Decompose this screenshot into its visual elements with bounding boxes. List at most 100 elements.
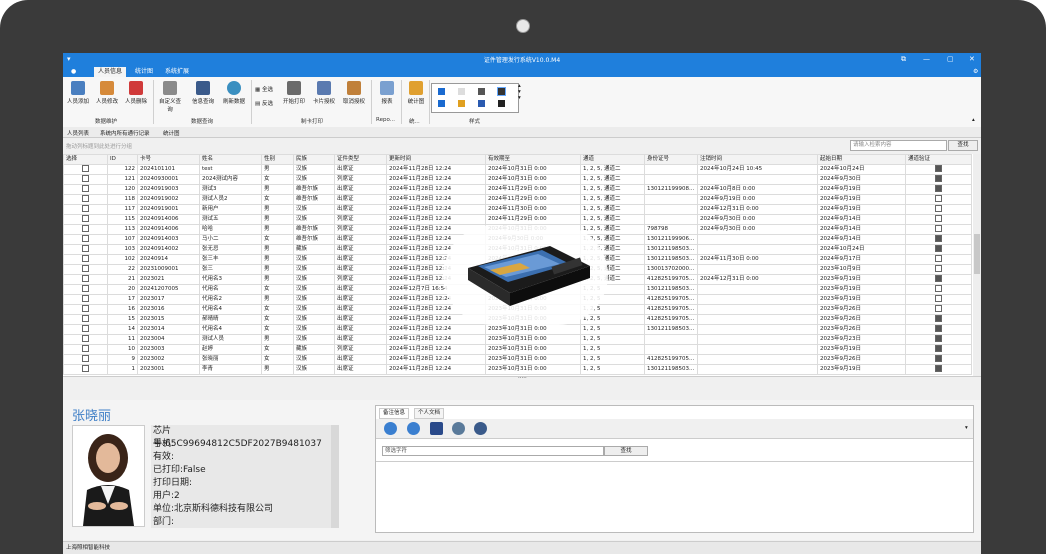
add-icon[interactable]: [384, 422, 397, 435]
delete-person-button[interactable]: 人员删除: [123, 81, 149, 105]
row-select-cell[interactable]: [63, 274, 108, 285]
style-swatch[interactable]: [458, 100, 465, 107]
style-swatch[interactable]: [497, 87, 506, 96]
row-select-cell[interactable]: [63, 334, 108, 345]
minimize-icon[interactable]: —: [923, 55, 930, 63]
panel-splitter[interactable]: ·····: [63, 375, 981, 401]
channel-verify-checkbox[interactable]: [935, 165, 942, 172]
row-select-cell[interactable]: [63, 264, 108, 275]
table-row[interactable]: 118 20240919002 测试人员2 女维吾尔族 出席证 2024年11月28日 1…: [63, 194, 972, 205]
column-header[interactable]: 更新时间: [386, 154, 486, 165]
row-verify-cell[interactable]: [905, 344, 972, 355]
style-swatch[interactable]: [458, 88, 465, 95]
info-scrollbar[interactable]: [331, 425, 339, 528]
channel-verify-checkbox[interactable]: [935, 305, 942, 312]
edit-person-button[interactable]: 人员修改: [94, 81, 120, 105]
select-checkbox[interactable]: [82, 295, 89, 302]
style-swatch[interactable]: [438, 100, 445, 107]
row-select-cell[interactable]: [63, 254, 108, 265]
table-row[interactable]: 11 2023004 测试人员男汉族 出席证 2024年11月28日 12:24 2023…: [63, 334, 972, 345]
channel-verify-checkbox[interactable]: [935, 325, 942, 332]
ribbon-collapse-icon[interactable]: ▴: [972, 117, 975, 123]
save-icon[interactable]: [430, 422, 443, 435]
row-select-cell[interactable]: [63, 294, 108, 305]
table-row[interactable]: 14 2023014 代用名4 女汉族 出席证 2024年11月28日 12:24 2023…: [63, 324, 972, 335]
tab-remarks[interactable]: 备注信息: [379, 408, 410, 419]
quick-access-icon[interactable]: ●: [67, 67, 80, 77]
row-verify-cell[interactable]: [905, 264, 972, 275]
row-verify-cell[interactable]: [905, 354, 972, 365]
search-input[interactable]: 请输入检索内容: [850, 140, 947, 151]
card-auth-button[interactable]: 卡片授权: [311, 81, 337, 105]
row-verify-cell[interactable]: [905, 364, 972, 375]
row-select-cell[interactable]: [63, 174, 108, 185]
style-swatch[interactable]: [478, 100, 485, 107]
maximize-icon[interactable]: ▢: [947, 55, 954, 63]
select-checkbox[interactable]: [82, 215, 89, 222]
refresh-button[interactable]: 刷新数据: [221, 81, 247, 105]
channel-verify-checkbox[interactable]: [935, 295, 942, 302]
column-header[interactable]: 注销时间: [697, 154, 818, 165]
select-checkbox[interactable]: [82, 315, 89, 322]
row-select-cell[interactable]: [63, 344, 108, 355]
row-verify-cell[interactable]: [905, 164, 972, 175]
row-select-cell[interactable]: [63, 244, 108, 255]
style-gallery[interactable]: [431, 83, 519, 113]
filter-input[interactable]: 筛选字符: [382, 446, 604, 456]
column-header[interactable]: 证件类型: [334, 154, 387, 165]
table-row[interactable]: 9 2023002 张晓丽女汉族 出席证 2024年11月28日 12:24 2023年1…: [63, 354, 972, 365]
invert-select-button[interactable]: ▤ 反选: [255, 99, 273, 107]
row-verify-cell[interactable]: [905, 224, 972, 235]
channel-verify-checkbox[interactable]: [935, 365, 942, 372]
row-verify-cell[interactable]: [905, 314, 972, 325]
tab-all-access-records[interactable]: 系统内所有通行记录: [100, 129, 150, 137]
gallery-scroll-icon[interactable]: ▴ ▾ ▾: [518, 83, 521, 101]
info-query-button[interactable]: 信息查询: [190, 81, 216, 105]
dropdown-chevron-icon[interactable]: ▾: [965, 425, 968, 431]
row-select-cell[interactable]: [63, 364, 108, 375]
scrollbar-thumb[interactable]: [974, 234, 980, 274]
column-header[interactable]: 通道: [580, 154, 645, 165]
row-select-cell[interactable]: [63, 194, 108, 205]
row-select-cell[interactable]: [63, 354, 108, 365]
select-checkbox[interactable]: [82, 245, 89, 252]
binoculars-icon[interactable]: [474, 422, 487, 435]
channel-verify-checkbox[interactable]: [935, 355, 942, 362]
channel-verify-checkbox[interactable]: [935, 335, 942, 342]
view-eye-icon[interactable]: [452, 422, 465, 435]
start-print-button[interactable]: 开始打印: [281, 81, 307, 105]
notes-content[interactable]: [376, 461, 973, 533]
column-header[interactable]: ID: [107, 154, 138, 165]
style-swatch[interactable]: [478, 88, 485, 95]
channel-verify-checkbox[interactable]: [935, 265, 942, 272]
statistics-chart-button[interactable]: 统计图: [403, 81, 429, 105]
row-select-cell[interactable]: [63, 214, 108, 225]
select-checkbox[interactable]: [82, 165, 89, 172]
table-row[interactable]: 122 2024101101 test 男汉族 出席证 2024年11月28日 12:24…: [63, 164, 972, 175]
channel-verify-checkbox[interactable]: [935, 235, 942, 242]
add-person-button[interactable]: 人员添加: [65, 81, 91, 105]
remove-icon[interactable]: [407, 422, 420, 435]
row-select-cell[interactable]: [63, 314, 108, 325]
style-swatch[interactable]: [438, 88, 445, 95]
row-verify-cell[interactable]: [905, 274, 972, 285]
channel-verify-checkbox[interactable]: [935, 315, 942, 322]
select-checkbox[interactable]: [82, 185, 89, 192]
row-verify-cell[interactable]: [905, 304, 972, 315]
column-header[interactable]: 民族: [293, 154, 335, 165]
column-header[interactable]: 姓名: [199, 154, 262, 165]
row-verify-cell[interactable]: [905, 184, 972, 195]
row-select-cell[interactable]: [63, 324, 108, 335]
channel-verify-checkbox[interactable]: [935, 225, 942, 232]
column-header[interactable]: 身份证号: [644, 154, 698, 165]
channel-verify-checkbox[interactable]: [935, 245, 942, 252]
row-verify-cell[interactable]: [905, 324, 972, 335]
row-select-cell[interactable]: [63, 234, 108, 245]
select-checkbox[interactable]: [82, 285, 89, 292]
row-verify-cell[interactable]: [905, 284, 972, 295]
table-row[interactable]: 1 2023001 李青男汉族 出席证 2024年11月28日 12:24 2023年10…: [63, 364, 972, 375]
select-checkbox[interactable]: [82, 255, 89, 262]
select-checkbox[interactable]: [82, 325, 89, 332]
column-header[interactable]: 选择: [63, 154, 108, 165]
channel-verify-checkbox[interactable]: [935, 205, 942, 212]
